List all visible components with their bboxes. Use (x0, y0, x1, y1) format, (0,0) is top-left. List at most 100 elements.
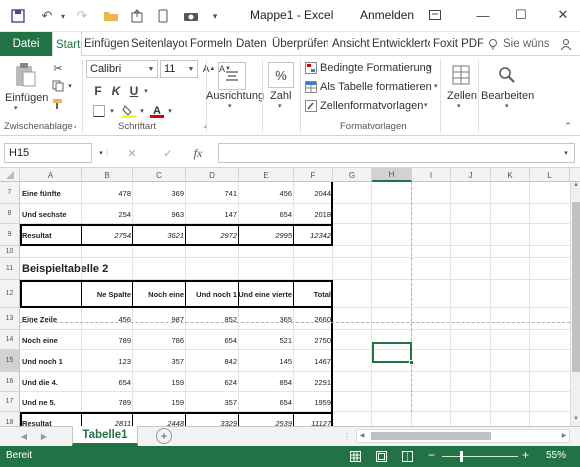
zoom-out-button[interactable]: − (428, 448, 435, 462)
table-cell[interactable]: 987 (133, 308, 186, 330)
table-cell[interactable]: 456 (82, 308, 133, 330)
table-cell[interactable]: 357 (133, 350, 186, 372)
tell-me-input[interactable]: Sie wünschen (503, 32, 549, 56)
row-header[interactable]: 8 (0, 204, 20, 224)
borders-icon[interactable] (90, 102, 108, 120)
italic-button[interactable]: K (108, 82, 124, 100)
column-header[interactable]: I (412, 168, 451, 182)
share-icon[interactable] (556, 32, 576, 56)
column-header[interactable]: F (294, 168, 333, 182)
column-header[interactable]: J (451, 168, 491, 182)
table-cell[interactable]: Total (294, 280, 333, 308)
table-cell[interactable]: 2291 (294, 372, 333, 392)
zoom-slider[interactable] (442, 456, 518, 457)
horizontal-scrollbar[interactable]: ◀ ▶ (356, 429, 570, 443)
expand-formula-bar-icon[interactable]: ▾ (560, 147, 572, 159)
table-cell[interactable]: 654 (186, 330, 239, 350)
number-format-icon[interactable]: % (268, 62, 294, 88)
table-cell[interactable]: 1959 (294, 392, 333, 412)
camera-icon[interactable] (180, 6, 202, 26)
table-cell[interactable]: 786 (133, 330, 186, 350)
table-cell[interactable]: 2811 (82, 412, 133, 427)
table-cell[interactable]: 2018 (294, 204, 333, 224)
vertical-scrollbar[interactable]: ▲ ▼ (570, 182, 580, 426)
page-break-preview-icon[interactable] (402, 451, 413, 462)
table-cell[interactable]: 2660 (294, 308, 333, 330)
table-cell[interactable]: 2972 (186, 224, 239, 246)
tab-split-handle[interactable]: ⋮ (342, 430, 352, 442)
underline-button[interactable]: U (126, 82, 142, 100)
table-title[interactable]: Beispieltabelle 2 (20, 258, 170, 280)
maximize-icon[interactable]: ☐ (506, 4, 536, 26)
column-header[interactable]: G (333, 168, 372, 182)
editing-search-icon[interactable] (494, 62, 520, 88)
row-header[interactable]: 16 (0, 372, 20, 392)
zoom-in-button[interactable]: + (522, 448, 529, 462)
table-cell[interactable]: Und sechste (20, 204, 82, 224)
horizontal-scroll-thumb[interactable] (371, 432, 491, 440)
table-cell[interactable]: 2995 (239, 224, 294, 246)
table-cell[interactable]: Noch eine (133, 280, 186, 308)
tab-file[interactable]: Datei (0, 32, 52, 56)
table-cell[interactable]: Und noch 1 (186, 280, 239, 308)
fill-color-dropdown-icon[interactable]: ▾ (138, 102, 146, 120)
page-layout-view-icon[interactable] (376, 451, 387, 462)
redo-icon[interactable]: ↷ (72, 6, 92, 26)
table-cell[interactable]: 123 (82, 350, 133, 372)
scroll-right-icon[interactable]: ▶ (559, 430, 569, 442)
vertical-scroll-thumb[interactable] (572, 202, 580, 372)
font-color-dropdown-icon[interactable]: ▾ (166, 102, 174, 120)
tab-developer[interactable]: Entwicklertools (372, 32, 430, 56)
normal-view-icon[interactable] (350, 451, 361, 462)
ribbon-display-options-icon[interactable] (420, 4, 450, 26)
formula-bar-drag-handle[interactable]: ⋮ (103, 146, 111, 160)
table-cell[interactable]: 624 (186, 372, 239, 392)
table-cell[interactable]: 654 (239, 204, 294, 224)
new-sheet-button[interactable]: + (156, 428, 172, 444)
row-header[interactable]: 10 (0, 246, 20, 258)
scroll-up-icon[interactable]: ▲ (571, 182, 580, 192)
sheet-tab-active[interactable]: Tabelle1 (72, 426, 138, 446)
tab-data[interactable]: Daten (236, 32, 270, 56)
number-button[interactable]: Zahl (270, 90, 291, 102)
borders-dropdown-icon[interactable]: ▾ (108, 102, 116, 120)
column-header[interactable]: D (186, 168, 239, 182)
alignment-dropdown-icon[interactable]: ▾ (228, 102, 232, 110)
save-icon[interactable] (8, 6, 28, 26)
minimize-icon[interactable]: — (468, 4, 498, 26)
underline-dropdown-icon[interactable]: ▾ (142, 82, 150, 100)
touch-mode-icon[interactable] (152, 6, 174, 26)
worksheet-grid[interactable]: A B C D E F G H I J K L 7 Eine fünfte 478 3… (0, 168, 580, 426)
editing-button[interactable]: Bearbeiten (481, 90, 534, 102)
table-cell[interactable]: Und ne 5. (20, 392, 82, 412)
collapse-ribbon-icon[interactable]: ⌃ (562, 120, 574, 132)
table-cell[interactable]: 963 (133, 204, 186, 224)
format-as-table-icon[interactable] (304, 80, 318, 94)
row-header[interactable]: 13 (0, 308, 20, 330)
fill-handle[interactable] (409, 360, 414, 365)
table-cell[interactable]: 2044 (294, 182, 333, 204)
table-cell[interactable]: 365 (239, 308, 294, 330)
table-cell[interactable]: 12342 (294, 224, 333, 246)
tab-start[interactable]: Start (52, 32, 82, 57)
number-dropdown-icon[interactable]: ▾ (278, 102, 282, 110)
previous-sheet-icon[interactable]: ◀ (18, 430, 30, 442)
table-cell[interactable]: 741 (186, 182, 239, 204)
conditional-formatting-button[interactable]: Bedingte Formatierung (320, 62, 432, 74)
table-cell[interactable]: Und noch 1 (20, 350, 82, 372)
row-header[interactable]: 11 (0, 258, 20, 280)
table-cell[interactable]: 2539 (239, 412, 294, 427)
font-size-select[interactable]: 11 ▼ (160, 60, 198, 78)
name-box[interactable]: H15 (4, 143, 92, 163)
table-cell[interactable]: 854 (239, 372, 294, 392)
insert-function-icon[interactable]: fx (190, 145, 206, 161)
formula-input[interactable] (218, 143, 575, 163)
tab-foxit-pdf[interactable]: Foxit PDF (433, 32, 483, 56)
tab-review[interactable]: Überprüfen (272, 32, 328, 56)
table-cell[interactable]: 789 (82, 392, 133, 412)
zoom-slider-thumb[interactable] (460, 451, 463, 462)
table-cell[interactable]: 456 (239, 182, 294, 204)
table-cell[interactable]: 478 (82, 182, 133, 204)
table-cell[interactable]: Resultat (20, 412, 82, 427)
open-folder-icon[interactable] (100, 6, 122, 26)
